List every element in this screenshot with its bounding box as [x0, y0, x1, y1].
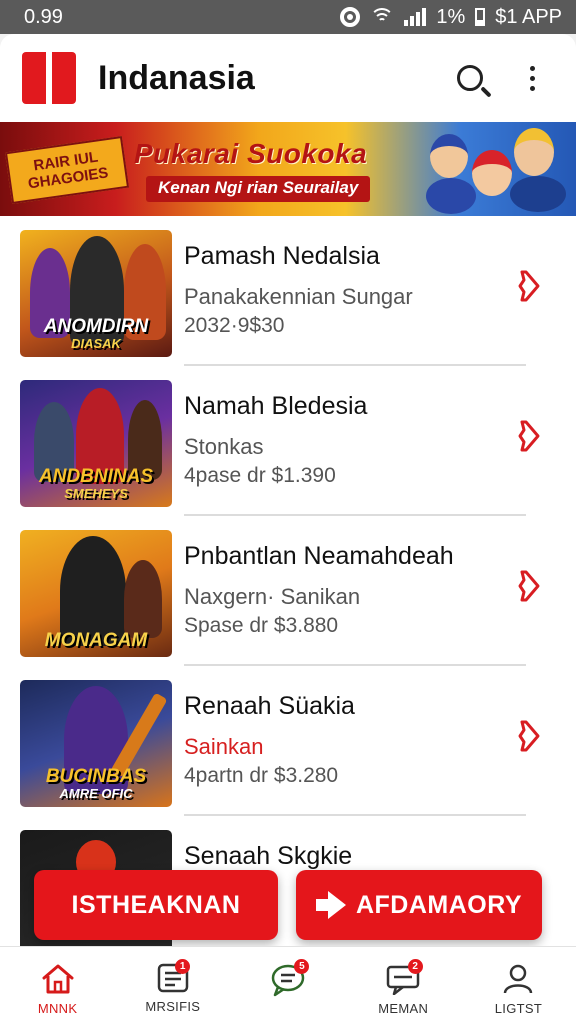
item-thumbnail: ANDBNINAS SMEHEYS: [20, 380, 172, 507]
nav-chat[interactable]: 5: [230, 947, 345, 1024]
banner-subtitle: Kenan Ngi rian Seurailay: [146, 176, 371, 202]
bottom-navigation: MNNK 1 MRSIFIS 5 2 MEMAN LIGTST: [0, 946, 576, 1024]
search-icon: [457, 65, 483, 91]
item-subtitle: Sainkan: [184, 734, 264, 759]
list-item[interactable]: ANOMDIRN DIASAK Pamash Nedalsia Panakake…: [0, 216, 576, 366]
nav-home[interactable]: MNNK: [0, 947, 115, 1024]
thumbnail-caption: ANDBNINAS SMEHEYS: [39, 466, 153, 501]
item-title: Pamash Nedalsia: [184, 242, 380, 270]
chevron-right-icon[interactable]: [516, 418, 544, 454]
action-buttons: ISTHEAKNAN AFDAMAORY: [0, 870, 576, 942]
page-title: Indanasia: [98, 58, 255, 97]
nav-label: MEMAN: [378, 1001, 429, 1016]
list-item[interactable]: BUCINBAS AMRE OFIC Renaah Süakia Sainkan…: [0, 666, 576, 816]
nav-profile[interactable]: LIGTST: [461, 947, 576, 1024]
list-item[interactable]: MONAGAM Pnbantlan Neamahdeah Naxgern· Sa…: [0, 516, 576, 666]
item-subtitle: Stonkas: [184, 434, 264, 459]
battery-icon: [475, 8, 486, 26]
nav-lists[interactable]: 1 MRSIFIS: [115, 947, 230, 1024]
arrow-right-icon: [315, 891, 346, 919]
banner-headline: Pukarai Suokoka: [134, 138, 368, 169]
item-price: 4pase dr $1.390: [184, 464, 336, 487]
user-icon: [504, 964, 533, 994]
thumbnail-caption: BUCINBAS AMRE OFIC: [45, 766, 147, 801]
item-thumbnail: BUCINBAS AMRE OFIC: [20, 680, 172, 807]
primary-action-button[interactable]: ISTHEAKNAN: [34, 870, 278, 940]
chevron-right-icon[interactable]: [516, 268, 544, 304]
item-title: Pnbantlan Neamahdeah: [184, 542, 454, 570]
search-button[interactable]: [448, 56, 492, 100]
item-price: 2032·9$30: [184, 314, 285, 337]
item-title: Namah Bledesia: [184, 392, 368, 420]
app-logo-icon: [22, 52, 76, 104]
signal-icon: [404, 8, 427, 26]
battery-percent: 1%: [436, 5, 466, 28]
data-saver-icon: [340, 7, 361, 27]
item-title: Renaah Süakia: [184, 692, 355, 720]
wifi-icon: [370, 8, 395, 26]
status-time: 0.99: [24, 5, 63, 28]
item-thumbnail: ANOMDIRN DIASAK: [20, 230, 172, 357]
chevron-right-icon[interactable]: [516, 718, 544, 754]
list-item[interactable]: ANDBNINAS SMEHEYS Namah Bledesia Stonkas…: [0, 366, 576, 516]
item-thumbnail: MONAGAM: [20, 530, 172, 657]
promo-banner[interactable]: RAIR IUL GHAGOIES Pukarai Suokoka Kenan …: [0, 122, 576, 216]
nav-label: MNNK: [37, 1001, 78, 1016]
app-header: Indanasia: [0, 34, 576, 122]
more-icon: [529, 65, 535, 71]
thumbnail-caption: MONAGAM: [44, 630, 148, 651]
notification-badge: 2: [407, 959, 423, 974]
app-screen: Indanasia RAIR IUL GHAGOIES Pukarai Suok…: [0, 34, 576, 1024]
item-price: 4partn dr $3.280: [184, 764, 339, 787]
nav-label: LIGTST: [494, 1001, 543, 1016]
banner-characters-image: [422, 126, 572, 214]
banner-tag: RAIR IUL GHAGOIES: [4, 136, 130, 204]
more-options-button[interactable]: [510, 56, 554, 100]
home-icon: [42, 964, 74, 994]
item-subtitle: Naxgern· Sanikan: [184, 584, 361, 609]
nav-messages[interactable]: 2 MEMAN: [346, 947, 461, 1024]
thumbnail-caption: ANOMDIRN DIASAK: [43, 316, 149, 351]
item-title: Senaah Skgkie: [184, 842, 353, 870]
notification-badge: 5: [294, 959, 310, 974]
status-app-label: $1 APP: [495, 5, 562, 28]
item-subtitle: Panakakennian Sungar: [184, 284, 413, 309]
status-bar: 0.99 1% $1 APP: [0, 0, 576, 34]
nav-label: MRSIFIS: [145, 999, 201, 1014]
secondary-action-button[interactable]: AFDAMAORY: [296, 870, 542, 940]
status-icons: 1% $1 APP: [340, 6, 562, 29]
chevron-right-icon[interactable]: [516, 568, 544, 604]
item-price: Spase dr $3.880: [184, 614, 339, 637]
